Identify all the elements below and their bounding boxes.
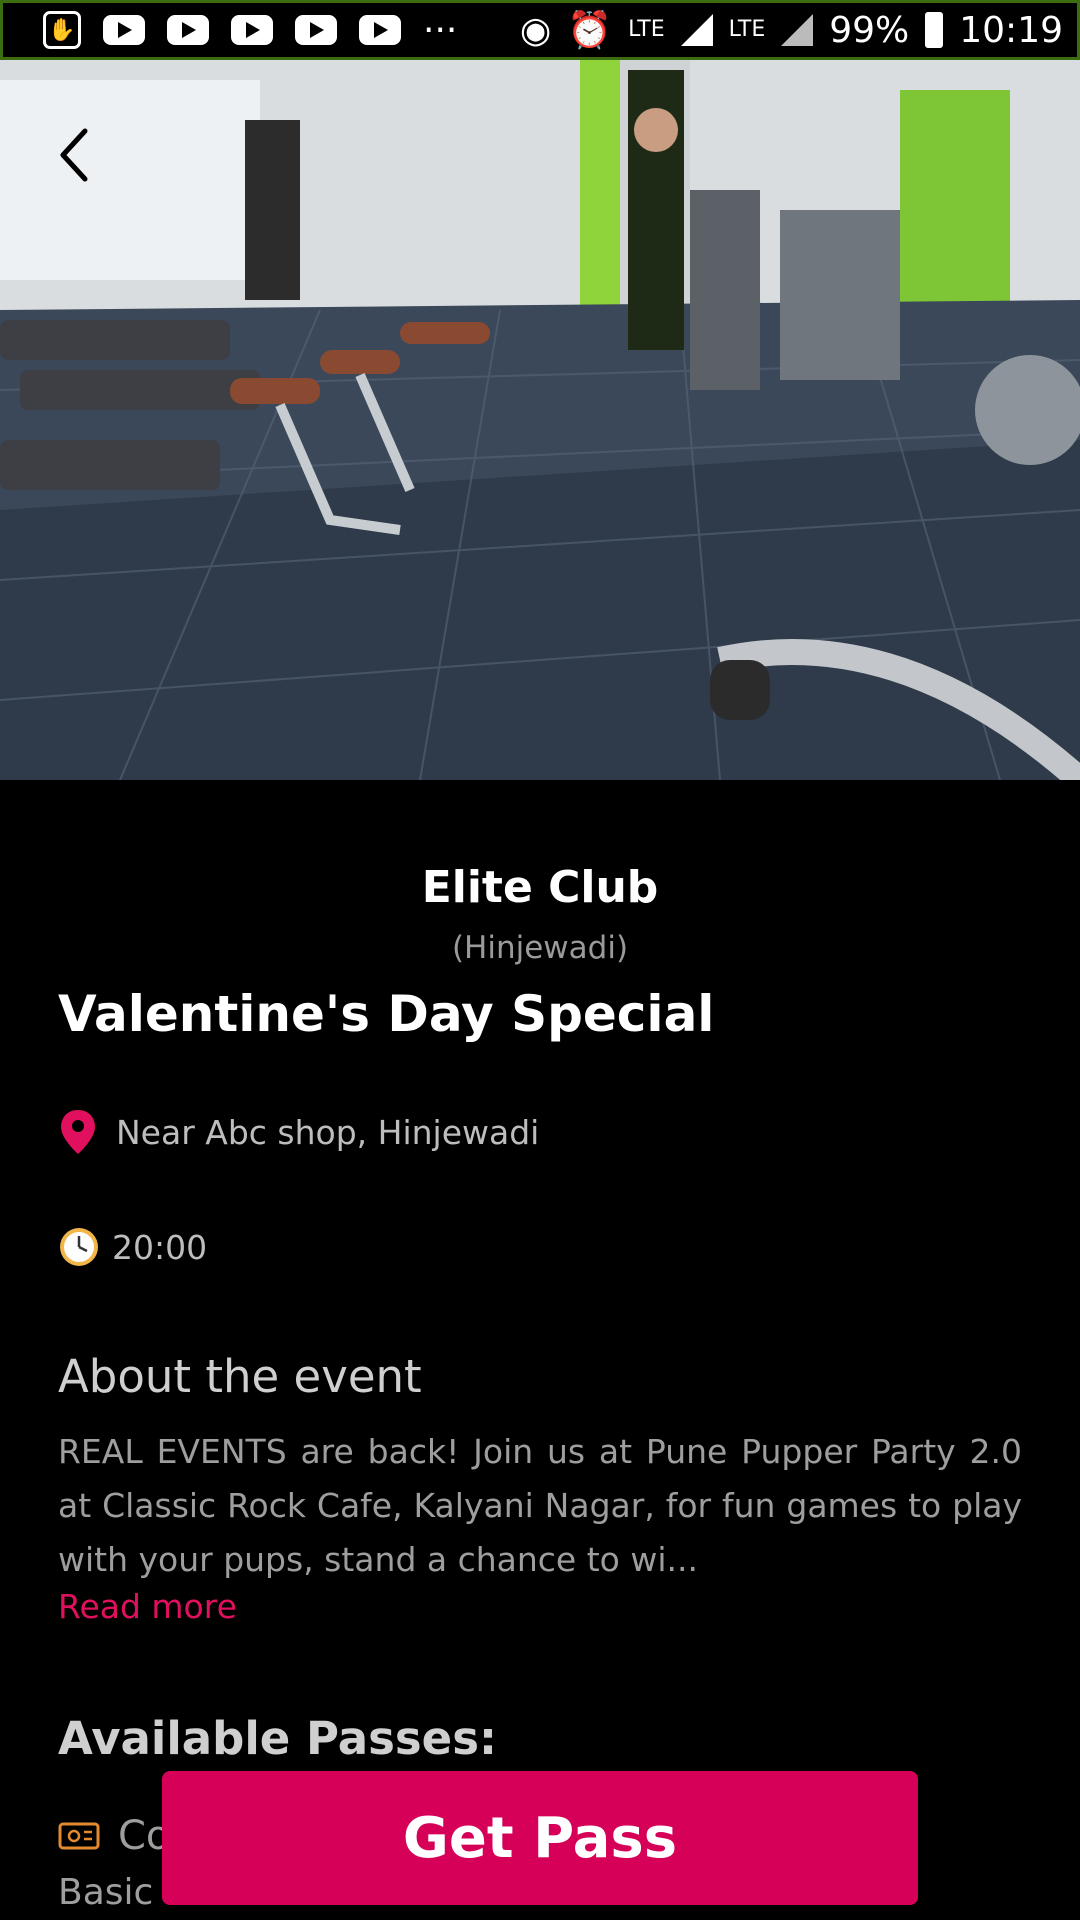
about-heading: About the event: [58, 1350, 422, 1403]
time-row: 20:00: [58, 1226, 207, 1268]
location-row[interactable]: Near Abc shop, Hinjewadi: [58, 1108, 539, 1156]
gesture-icon: ✋: [43, 11, 81, 49]
event-location: Near Abc shop, Hinjewadi: [116, 1112, 540, 1152]
event-time: 20:00: [112, 1227, 208, 1267]
youtube-icon: [295, 15, 337, 45]
club-area: (Hinjewadi): [451, 930, 629, 966]
passes-heading: Available Passes:: [58, 1712, 497, 1765]
hotspot-icon: ◉: [519, 9, 552, 51]
pass-category-row: Co: [58, 1813, 170, 1859]
hero-image: [0, 60, 1080, 780]
lte-call-icon: LTE: [628, 17, 665, 42]
get-pass-button[interactable]: Get Pass: [162, 1771, 918, 1905]
youtube-icon: [359, 15, 401, 45]
gym-photo: [0, 60, 1080, 780]
about-body: REAL EVENTS are back! Join us at Pune Pu…: [58, 1432, 1022, 1579]
event-title: Valentine's Day Special: [58, 985, 715, 1043]
back-arrow-icon: [60, 128, 88, 182]
status-bar: ✋ ··· ◉ ⏰ LTE LTE 99% 10:19: [0, 0, 1080, 60]
signal-icon-2: [781, 14, 814, 46]
club-name: Elite Club: [421, 862, 659, 913]
alarm-icon: ⏰: [567, 10, 613, 51]
youtube-icon: [167, 15, 209, 45]
location-pin-icon: [61, 1110, 95, 1154]
battery-icon: [925, 12, 944, 48]
battery-percent: 99%: [829, 9, 910, 51]
signal-icon: [680, 14, 713, 46]
back-button[interactable]: [40, 120, 110, 190]
clock-time: 10:19: [959, 9, 1063, 51]
lte-data-icon: LTE: [728, 17, 766, 42]
ticket-icon: [58, 1822, 100, 1850]
youtube-icon: [103, 15, 145, 45]
read-more-link[interactable]: Read more: [58, 1587, 237, 1626]
more-notifications-icon: ···: [423, 9, 458, 51]
youtube-icon: [231, 15, 273, 45]
clock-icon: [60, 1228, 98, 1266]
